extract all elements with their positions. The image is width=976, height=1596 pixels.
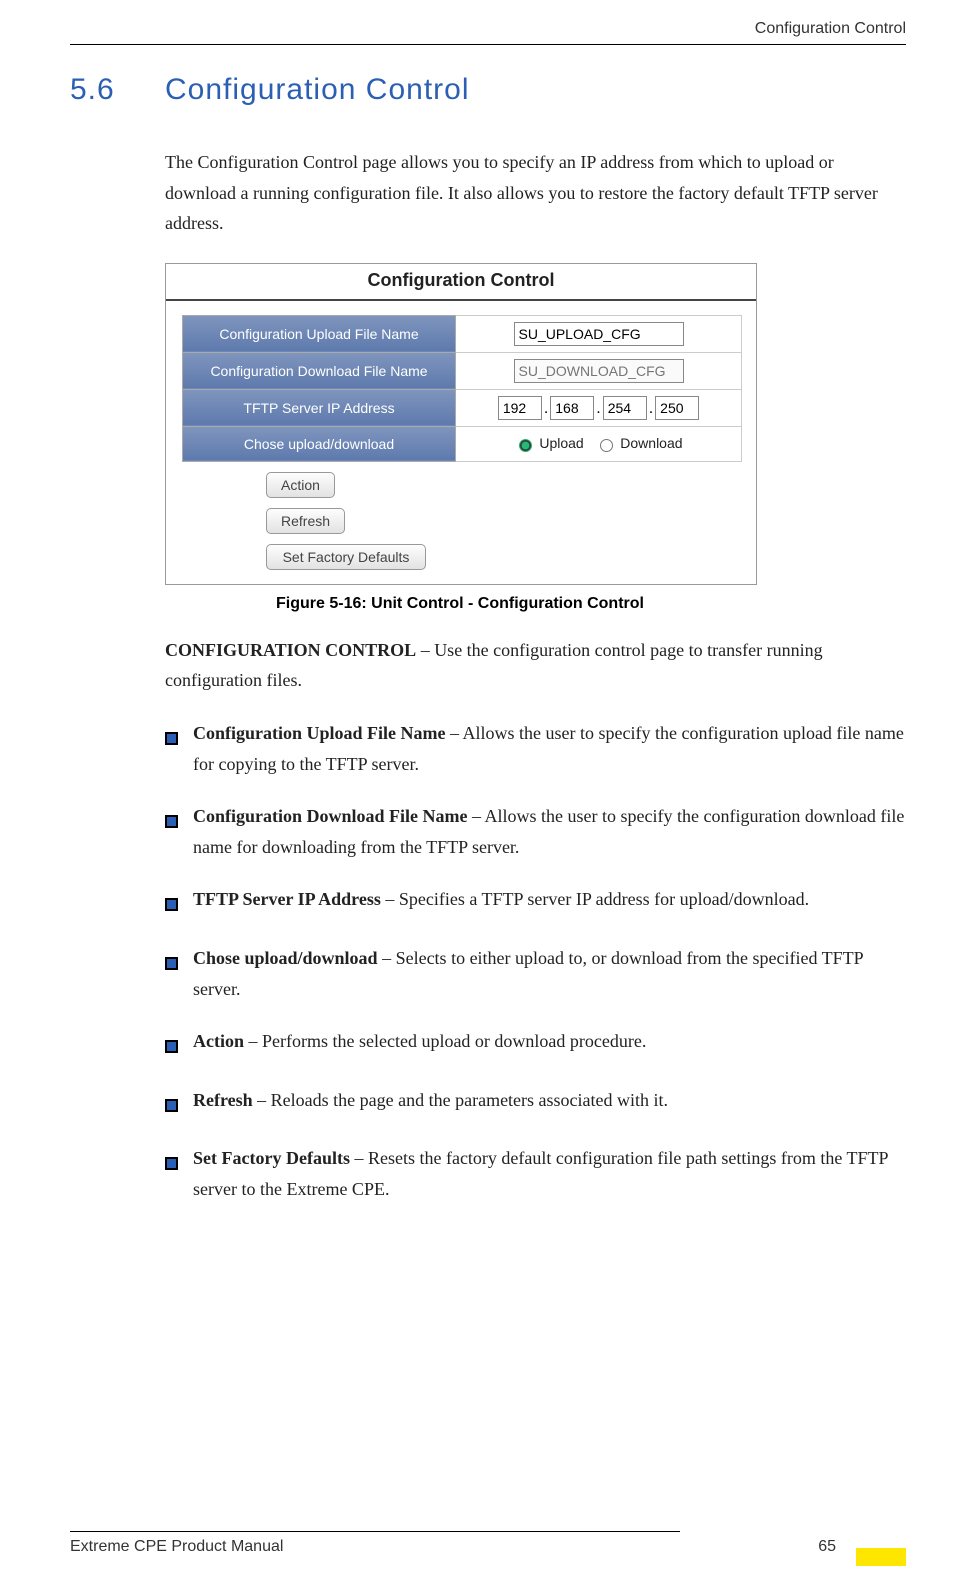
upload-filename-label: Configuration Upload File Name	[183, 315, 456, 352]
upload-filename-input[interactable]	[514, 322, 684, 346]
bullet-item: TFTP Server IP Address – Specifies a TFT…	[165, 884, 906, 921]
set-factory-defaults-button[interactable]: Set Factory Defaults	[266, 544, 426, 570]
upload-radio[interactable]	[519, 439, 532, 452]
header-section-label: Configuration Control	[70, 20, 906, 44]
section-number: 5.6	[70, 73, 165, 107]
footer-rule	[70, 1531, 680, 1532]
panel-rule	[166, 299, 756, 301]
bullet-square-icon	[165, 1143, 193, 1204]
bullet-square-icon	[165, 1026, 193, 1063]
download-filename-label: Configuration Download File Name	[183, 352, 456, 389]
bullet-item: Configuration Download File Name – Allow…	[165, 801, 906, 862]
ip-dot: .	[596, 400, 600, 417]
ip-octet-3-input[interactable]	[603, 396, 647, 420]
header-rule	[70, 44, 906, 45]
footer-manual-title: Extreme CPE Product Manual	[70, 1538, 283, 1556]
bullet-item: Action – Performs the selected upload or…	[165, 1026, 906, 1063]
config-table: Configuration Upload File Name Configura…	[182, 315, 742, 462]
bullet-square-icon	[165, 801, 193, 862]
bullet-text: Set Factory Defaults – Resets the factor…	[193, 1143, 906, 1204]
section-title: Configuration Control	[165, 73, 470, 106]
definition-lead-bold: CONFIGURATION CONTROL	[165, 640, 416, 660]
bullet-text: Action – Performs the selected upload or…	[193, 1026, 906, 1063]
ip-octet-2-input[interactable]	[550, 396, 594, 420]
page-footer: Extreme CPE Product Manual 65	[70, 1531, 906, 1556]
ip-dot: .	[544, 400, 548, 417]
panel-buttons: Action Refresh Set Factory Defaults	[266, 472, 756, 570]
download-radio-label: Download	[620, 435, 682, 451]
download-filename-cell	[456, 352, 742, 389]
bullet-text: Configuration Download File Name – Allow…	[193, 801, 906, 862]
bullet-text: Configuration Upload File Name – Allows …	[193, 718, 906, 779]
figure-caption: Figure 5-16: Unit Control - Configuratio…	[165, 595, 755, 613]
download-filename-input[interactable]	[514, 359, 684, 383]
definition-lead: CONFIGURATION CONTROL – Use the configur…	[165, 635, 906, 696]
action-button[interactable]: Action	[266, 472, 335, 498]
intro-paragraph: The Configuration Control page allows yo…	[165, 147, 906, 239]
ip-octet-1-input[interactable]	[498, 396, 542, 420]
bullet-square-icon	[165, 884, 193, 921]
footer-page-number: 65	[818, 1538, 836, 1556]
bullet-item: Set Factory Defaults – Resets the factor…	[165, 1143, 906, 1204]
upload-filename-cell	[456, 315, 742, 352]
ip-dot: .	[649, 400, 653, 417]
download-radio[interactable]	[600, 439, 613, 452]
bullet-square-icon	[165, 718, 193, 779]
yellow-tab-icon	[856, 1548, 906, 1566]
ip-octet-4-input[interactable]	[655, 396, 699, 420]
table-row: Configuration Download File Name	[183, 352, 742, 389]
refresh-button[interactable]: Refresh	[266, 508, 345, 534]
bullet-text: TFTP Server IP Address – Specifies a TFT…	[193, 884, 906, 921]
tftp-ip-label: TFTP Server IP Address	[183, 389, 456, 426]
bullet-square-icon	[165, 943, 193, 1004]
bullet-item: Configuration Upload File Name – Allows …	[165, 718, 906, 779]
table-row: Chose upload/download Upload Download	[183, 426, 742, 461]
bullet-item: Chose upload/download – Selects to eithe…	[165, 943, 906, 1004]
config-control-panel: Configuration Control Configuration Uplo…	[165, 263, 757, 585]
bullet-text: Refresh – Reloads the page and the param…	[193, 1085, 906, 1122]
choose-mode-label: Chose upload/download	[183, 426, 456, 461]
section-heading: 5.6Configuration Control	[70, 73, 906, 107]
bullet-text: Chose upload/download – Selects to eithe…	[193, 943, 906, 1004]
bullet-square-icon	[165, 1085, 193, 1122]
tftp-ip-cell: ...	[456, 389, 742, 426]
table-row: Configuration Upload File Name	[183, 315, 742, 352]
choose-mode-cell: Upload Download	[456, 426, 742, 461]
table-row: TFTP Server IP Address ...	[183, 389, 742, 426]
bullet-item: Refresh – Reloads the page and the param…	[165, 1085, 906, 1122]
figure-container: Configuration Control Configuration Uplo…	[165, 263, 906, 585]
upload-radio-label: Upload	[539, 435, 583, 451]
panel-title: Configuration Control	[166, 264, 756, 299]
